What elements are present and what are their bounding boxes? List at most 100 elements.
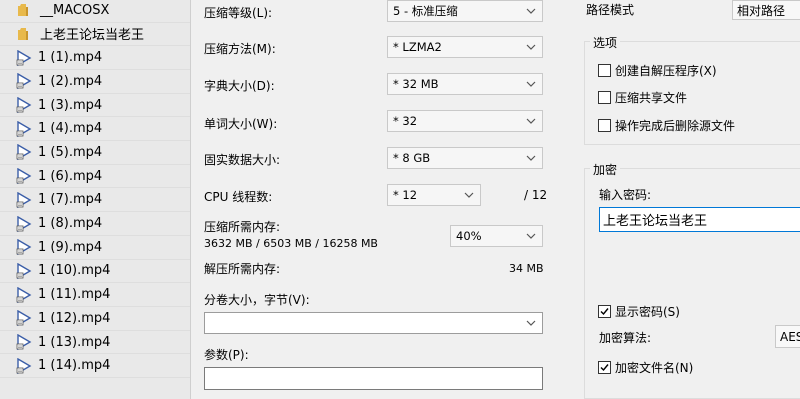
file-row[interactable]: 1 (12).mp4	[0, 307, 190, 331]
video-file-icon	[16, 191, 32, 208]
solid-block-size-select[interactable]: * 8 GB	[387, 147, 543, 169]
cpu-threads-select[interactable]: * 12	[387, 184, 481, 206]
decompress-memory-label: 解压所需内存:	[204, 262, 281, 276]
chevron-down-icon	[526, 44, 536, 50]
encrypt-filenames-label: 加密文件名(N)	[615, 361, 694, 375]
compression-method-label: 压缩方法(M):	[204, 42, 276, 56]
encryption-method-select[interactable]: AES	[775, 325, 800, 348]
folder-icon	[18, 27, 28, 40]
dictionary-size-value: * 32 MB	[393, 77, 439, 91]
chevron-down-icon	[526, 155, 536, 161]
file-name: 1 (12).mp4	[38, 310, 111, 326]
chevron-down-icon	[464, 192, 474, 198]
chevron-down-icon	[526, 118, 536, 124]
dictionary-size-label: 字典大小(D):	[204, 79, 275, 93]
file-row[interactable]: 1 (1).mp4	[0, 46, 190, 70]
checkmark-icon	[600, 364, 609, 372]
compress-shared-files-label: 压缩共享文件	[615, 91, 688, 105]
file-row[interactable]: 1 (5).mp4	[0, 141, 190, 165]
file-name: 1 (1).mp4	[38, 50, 103, 66]
encrypt-filenames-checkbox[interactable]: 加密文件名(N)	[598, 359, 693, 376]
file-row[interactable]: 1 (14).mp4	[0, 355, 190, 378]
file-row[interactable]: 1 (9).mp4	[0, 236, 190, 260]
video-file-icon	[16, 168, 32, 185]
video-file-icon	[16, 286, 32, 303]
file-name: 1 (14).mp4	[38, 358, 111, 374]
file-row[interactable]: 1 (11).mp4	[0, 283, 190, 307]
compress-memory-detail: 3632 MB / 6503 MB / 16258 MB	[204, 237, 378, 250]
file-name: 上老王论坛当老王	[40, 28, 145, 44]
chevron-down-icon	[526, 320, 536, 326]
checkbox-box	[598, 91, 611, 104]
memory-percent-select[interactable]: 40%	[450, 225, 543, 247]
file-name: 1 (5).mp4	[38, 144, 103, 160]
folder-row[interactable]: 上老王论坛当老王	[0, 23, 190, 47]
password-value: 上老王论坛当老王	[603, 214, 708, 229]
file-row[interactable]: 1 (10).mp4	[0, 260, 190, 284]
encryption-group-title: 加密	[590, 161, 621, 178]
delete-after-label: 操作完成后删除源文件	[615, 119, 736, 133]
show-password-label: 显示密码(S)	[615, 305, 680, 319]
file-name: 1 (8).mp4	[38, 216, 103, 232]
path-mode-label: 路径模式	[586, 3, 635, 17]
file-row[interactable]: 1 (13).mp4	[0, 331, 190, 355]
compression-level-select[interactable]: 5 - 标准压缩	[387, 0, 543, 22]
video-file-icon	[16, 334, 32, 351]
create-sfx-checkbox[interactable]: 创建自解压程序(X)	[598, 62, 717, 79]
show-password-checkbox[interactable]: 显示密码(S)	[598, 303, 680, 320]
folder-icon	[18, 4, 28, 17]
video-file-icon	[16, 144, 32, 161]
memory-percent-value: 40%	[456, 229, 482, 243]
word-size-select[interactable]: * 32	[387, 110, 543, 132]
checkbox-box	[598, 119, 611, 132]
file-row[interactable]: 1 (4).mp4	[0, 118, 190, 141]
create-sfx-label: 创建自解压程序(X)	[615, 64, 717, 78]
word-size-label: 单词大小(W):	[204, 117, 278, 131]
file-row[interactable]: 1 (7).mp4	[0, 189, 190, 213]
checkmark-icon	[600, 308, 609, 316]
file-row[interactable]: 1 (3).mp4	[0, 94, 190, 118]
video-file-icon	[16, 239, 32, 256]
file-name: 1 (6).mp4	[38, 168, 103, 184]
cpu-threads-max: / 12	[524, 188, 548, 202]
compression-method-select[interactable]: * LZMA2	[387, 36, 543, 58]
file-name: 1 (10).mp4	[38, 263, 111, 279]
video-file-icon	[16, 49, 32, 66]
file-row[interactable]: 1 (2).mp4	[0, 70, 190, 94]
volume-size-combobox[interactable]	[204, 312, 543, 334]
cpu-threads-label: CPU 线程数:	[204, 190, 273, 204]
folder-row[interactable]: __MACOSX	[0, 0, 190, 23]
file-name: 1 (4).mp4	[38, 121, 103, 137]
chevron-down-icon	[526, 8, 536, 14]
video-file-icon	[16, 73, 32, 90]
checkbox-box	[598, 64, 611, 77]
password-label: 输入密码:	[599, 188, 652, 202]
chevron-down-icon	[526, 233, 536, 239]
path-mode-value: 相对路径	[737, 3, 786, 18]
file-list-pane: __MACOSX 上老王论坛当老王 1 (1).mp4 1 (2).mp4 1 (3).…	[0, 0, 191, 399]
file-row[interactable]: 1 (8).mp4	[0, 212, 190, 236]
compression-settings-pane: 压缩等级(L): 5 - 标准压缩 压缩方法(M): * LZMA2 字典大小(…	[191, 0, 566, 399]
file-name: 1 (3).mp4	[38, 97, 103, 113]
file-name: 1 (11).mp4	[38, 287, 111, 303]
compression-method-value: * LZMA2	[393, 40, 442, 54]
video-file-icon	[16, 310, 32, 327]
video-file-icon	[16, 215, 32, 232]
compress-shared-files-checkbox[interactable]: 压缩共享文件	[598, 89, 687, 106]
video-file-icon	[16, 120, 32, 137]
parameters-input[interactable]	[204, 367, 543, 390]
file-name: 1 (2).mp4	[38, 73, 103, 89]
password-input[interactable]: 上老王论坛当老王	[599, 207, 800, 232]
checkbox-box	[598, 361, 611, 374]
dictionary-size-select[interactable]: * 32 MB	[387, 73, 543, 95]
encryption-method-label: 加密算法:	[599, 331, 652, 345]
video-file-icon	[16, 262, 32, 279]
word-size-value: * 32	[393, 114, 418, 128]
chevron-down-icon	[526, 81, 536, 87]
parameters-label: 参数(P):	[204, 348, 249, 362]
delete-after-checkbox[interactable]: 操作完成后删除源文件	[598, 117, 735, 134]
compress-memory-label: 压缩所需内存:	[204, 220, 281, 234]
file-row[interactable]: 1 (6).mp4	[0, 165, 190, 189]
checkbox-box	[598, 305, 611, 318]
path-mode-select[interactable]: 相对路径	[732, 0, 800, 20]
